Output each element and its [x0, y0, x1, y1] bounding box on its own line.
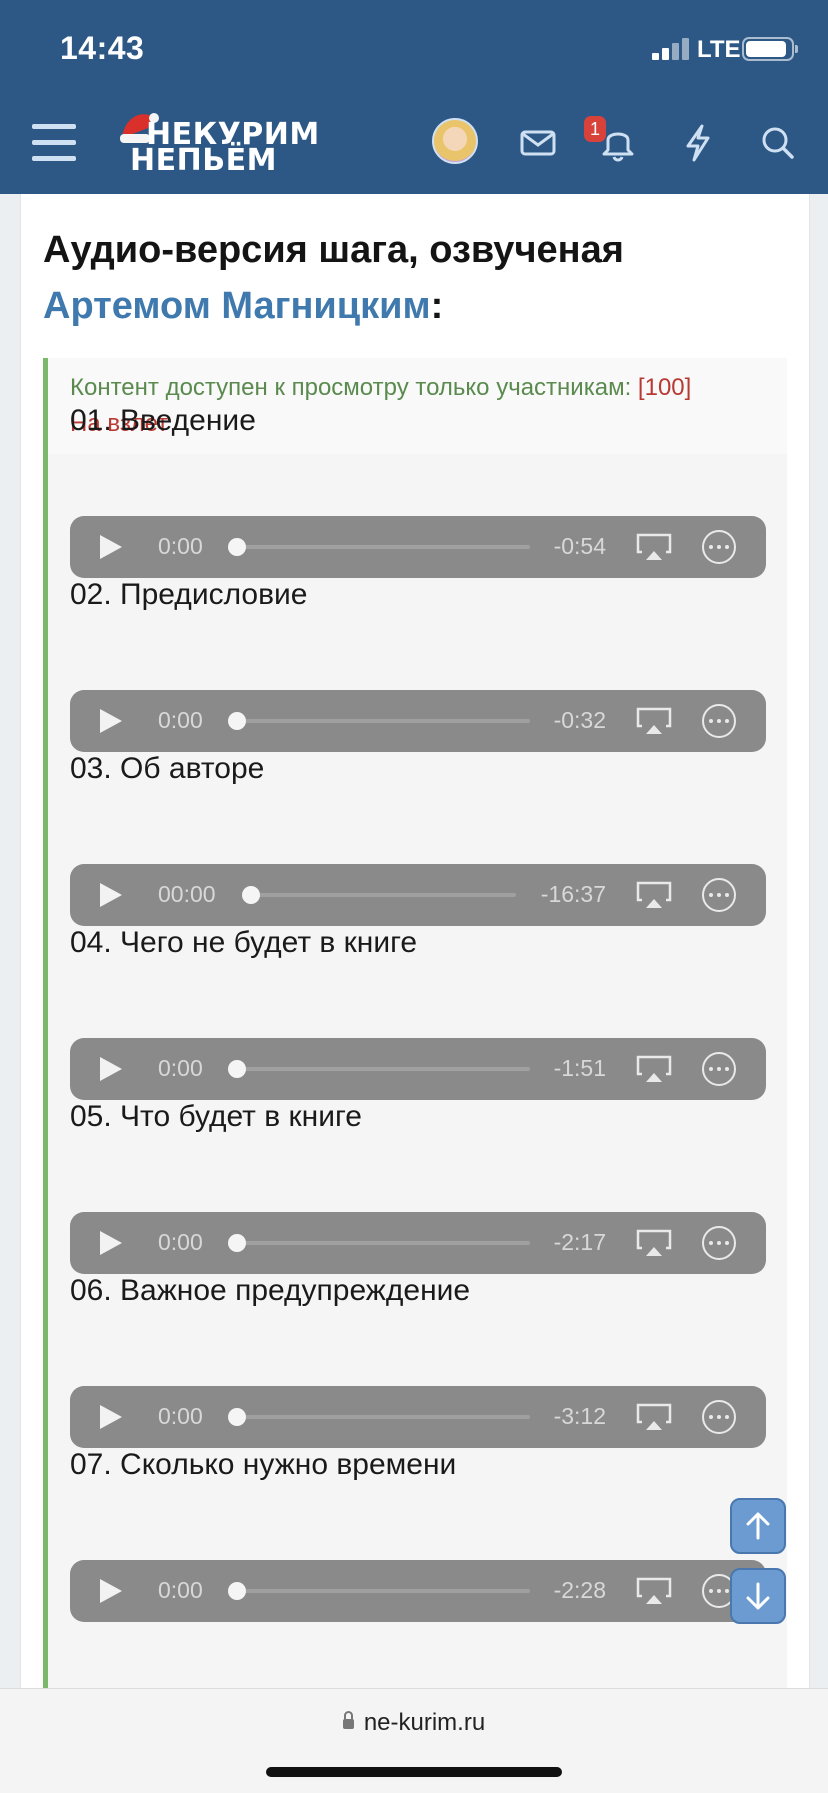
app-header: 14:43 LTE НЕКУРИМ НЕПЬЁМ 1 [0, 0, 828, 194]
post-heading: Аудио-версия шага, озвученая Артемом Маг… [43, 222, 783, 334]
remaining-time: -3:12 [553, 1403, 606, 1429]
track-title: 01. Введение [70, 404, 256, 437]
audio-player[interactable]: 0:00 -0:54 [70, 516, 766, 578]
battery-icon [742, 37, 798, 61]
play-icon[interactable] [100, 709, 122, 733]
more-options-icon[interactable] [702, 704, 736, 738]
play-icon[interactable] [100, 883, 122, 907]
play-icon[interactable] [100, 1057, 122, 1081]
progress-handle[interactable] [228, 1234, 246, 1252]
more-options-icon[interactable] [702, 1400, 736, 1434]
scroll-top-button[interactable] [730, 1498, 786, 1554]
current-time: 00:00 [158, 881, 216, 907]
remaining-time: -1:51 [553, 1055, 606, 1081]
airplay-icon[interactable] [636, 1402, 672, 1432]
track-title: 07. Сколько нужно времени [70, 1448, 457, 1481]
locked-notice-text: Контент доступен к просмотру только учас… [70, 374, 632, 401]
track-title: 06. Важное предупреждение [70, 1274, 471, 1307]
play-icon[interactable] [100, 1231, 122, 1255]
airplay-icon[interactable] [636, 1228, 672, 1258]
progress-track[interactable] [230, 719, 530, 723]
more-options-icon[interactable] [702, 530, 736, 564]
remaining-time: -0:54 [553, 533, 606, 559]
logo-text-bottom: НЕПЬЁМ [130, 143, 277, 178]
audio-player[interactable]: 0:00 -2:28 [70, 1560, 766, 1622]
status-time: 14:43 [60, 30, 145, 66]
airplay-icon[interactable] [636, 532, 672, 562]
progress-track[interactable] [230, 1415, 530, 1419]
menu-icon[interactable] [32, 124, 76, 162]
heading-colon: : [430, 285, 444, 327]
heading-text: Аудио-версия шага, озвученая [43, 229, 624, 271]
progress-handle[interactable] [228, 1060, 246, 1078]
remaining-time: -0:32 [553, 707, 606, 733]
track-title: 05. Что будет в книге [70, 1100, 362, 1133]
play-icon[interactable] [100, 1405, 122, 1429]
lock-icon [342, 1711, 354, 1729]
author-link[interactable]: Артемом Магницким [43, 285, 431, 327]
audio-player[interactable]: 00:00 -16:37 [70, 864, 766, 926]
post-card: Аудио-версия шага, озвученая Артемом Маг… [20, 194, 810, 1698]
address-bar[interactable]: ne-kurim.ru [0, 1709, 828, 1737]
access-group-label[interactable]: [100] [638, 374, 691, 401]
current-time: 0:00 [158, 1577, 203, 1603]
site-logo[interactable]: НЕКУРИМ НЕПЬЁМ [118, 108, 319, 178]
progress-track[interactable] [230, 1589, 530, 1593]
notification-badge: 1 [584, 116, 606, 142]
progress-track[interactable] [230, 1067, 530, 1071]
more-options-icon[interactable] [702, 1052, 736, 1086]
progress-handle[interactable] [228, 1582, 246, 1600]
airplay-icon[interactable] [636, 1054, 672, 1084]
progress-track[interactable] [230, 545, 530, 549]
airplay-icon[interactable] [636, 1576, 672, 1606]
home-indicator [266, 1767, 562, 1777]
progress-track[interactable] [244, 893, 516, 897]
signal-icon [652, 38, 690, 60]
remaining-time: -2:28 [553, 1577, 606, 1603]
lightning-icon[interactable] [678, 120, 718, 164]
arrow-up-icon [746, 1512, 770, 1540]
remaining-time: -16:37 [540, 881, 606, 907]
mail-icon[interactable] [518, 120, 558, 164]
current-time: 0:00 [158, 1055, 203, 1081]
current-time: 0:00 [158, 1403, 203, 1429]
current-time: 0:00 [158, 1229, 203, 1255]
more-options-icon[interactable] [702, 878, 736, 912]
url-text: ne-kurim.ru [363, 1709, 486, 1736]
locked-content-block: Контент доступен к просмотру только учас… [43, 358, 787, 1698]
page-content: Аудио-версия шага, озвученая Артемом Маг… [0, 194, 828, 1698]
avatar[interactable] [432, 118, 478, 164]
audio-player[interactable]: 0:00 -1:51 [70, 1038, 766, 1100]
play-icon[interactable] [100, 1579, 122, 1603]
play-icon[interactable] [100, 535, 122, 559]
progress-track[interactable] [230, 1241, 530, 1245]
current-time: 0:00 [158, 533, 203, 559]
audio-player[interactable]: 0:00 -2:17 [70, 1212, 766, 1274]
arrow-down-icon [746, 1582, 770, 1610]
track-title: 03. Об авторе [70, 752, 265, 785]
track-title: 02. Предисловие [70, 578, 308, 611]
current-time: 0:00 [158, 707, 203, 733]
progress-handle[interactable] [228, 1408, 246, 1426]
more-options-icon[interactable] [702, 1226, 736, 1260]
scroll-bottom-button[interactable] [730, 1568, 786, 1624]
progress-handle[interactable] [228, 538, 246, 556]
remaining-time: -2:17 [553, 1229, 606, 1255]
track-title: 04. Чего не будет в книге [70, 926, 418, 959]
airplay-icon[interactable] [636, 706, 672, 736]
network-type: LTE [697, 36, 741, 63]
audio-player[interactable]: 0:00 -0:32 [70, 690, 766, 752]
browser-bar: ne-kurim.ru [0, 1688, 828, 1793]
airplay-icon[interactable] [636, 880, 672, 910]
progress-handle[interactable] [242, 886, 260, 904]
search-icon[interactable] [758, 120, 798, 164]
progress-handle[interactable] [228, 712, 246, 730]
audio-player[interactable]: 0:00 -3:12 [70, 1386, 766, 1448]
